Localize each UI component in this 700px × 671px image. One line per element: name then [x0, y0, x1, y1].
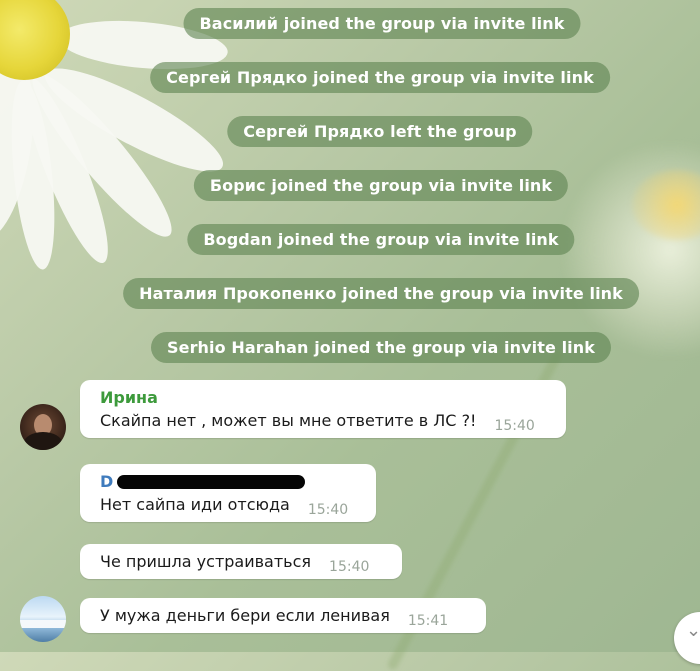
message-time: 15:40: [307, 502, 349, 518]
avatar[interactable]: [20, 404, 66, 450]
message-text: Нет сайпа иди отсюда: [100, 495, 290, 514]
message-bubble[interactable]: Че пришла устраиваться 15:40: [80, 544, 402, 579]
service-message: Bogdan joined the group via invite link: [187, 224, 575, 255]
service-message: Василий joined the group via invite link: [183, 8, 581, 39]
message-text: Скайпа нет , может вы мне ответите в ЛС …: [100, 411, 477, 430]
sender-name[interactable]: D: [100, 472, 362, 491]
service-message: Сергей Прядко left the group: [227, 116, 533, 147]
service-message: Борис joined the group via invite link: [193, 170, 569, 201]
message-text: Че пришла устраиваться: [100, 552, 312, 571]
message-time: 15:41: [407, 613, 449, 629]
message-bubble[interactable]: Ирина Скайпа нет , может вы мне ответите…: [80, 380, 566, 438]
message-time: 15:40: [494, 418, 535, 434]
redaction-mark: [117, 474, 306, 489]
message-time: 15:40: [329, 559, 370, 575]
message-bubble[interactable]: D Нет сайпа иди отсюда 15:40: [80, 464, 376, 522]
message-bubble[interactable]: У мужа деньги бери если ленивая 15:41: [80, 598, 486, 633]
avatar[interactable]: [20, 596, 66, 642]
scroll-down-button[interactable]: ⌄: [674, 612, 700, 664]
message-text: У мужа деньги бери если ленивая: [100, 606, 390, 625]
service-message: Сергей Прядко joined the group via invit…: [150, 62, 610, 93]
service-message: Наталия Прокопенко joined the group via …: [123, 278, 639, 309]
chevron-down-icon: ⌄: [686, 620, 700, 641]
sender-initial: D: [100, 472, 114, 491]
service-message: Serhio Harahan joined the group via invi…: [150, 332, 612, 363]
sender-name[interactable]: Ирина: [100, 388, 552, 407]
